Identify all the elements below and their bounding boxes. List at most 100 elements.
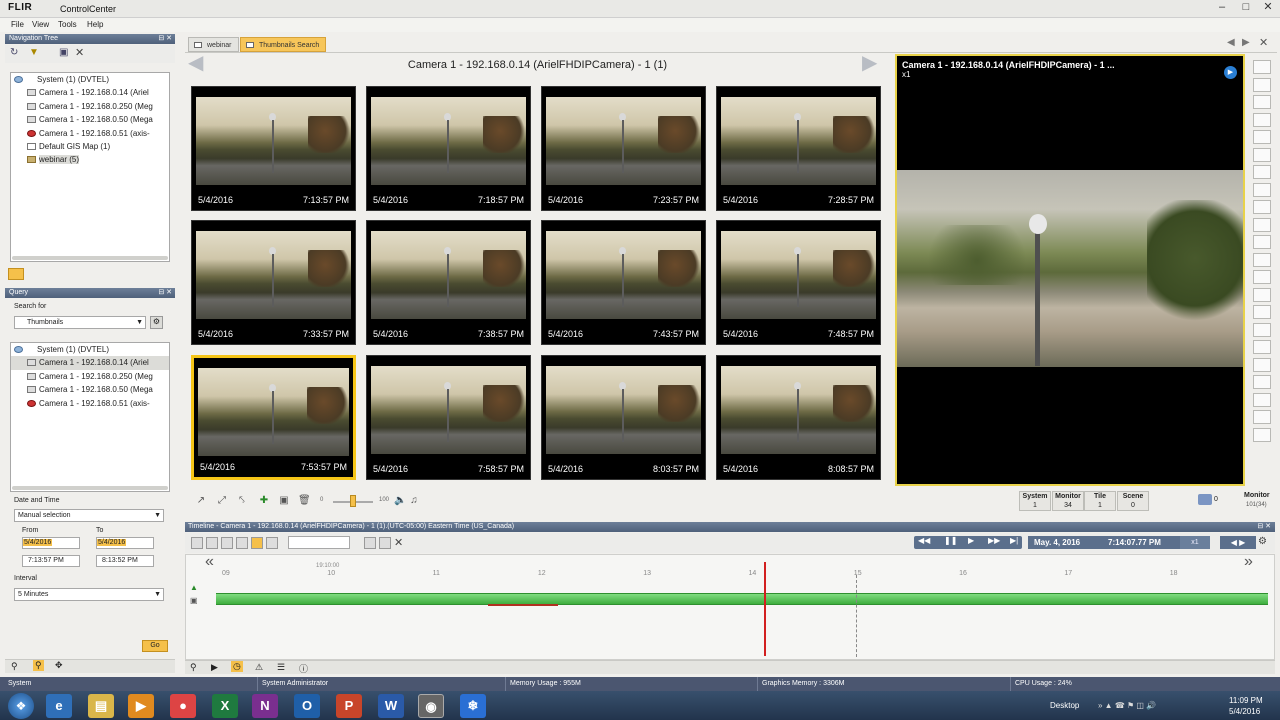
timeline-tool-4-icon[interactable] (236, 537, 248, 549)
layout-grid-icon[interactable] (1253, 392, 1271, 407)
recording-bar[interactable] (216, 593, 1268, 605)
menu-view[interactable]: View (32, 20, 49, 29)
playhead[interactable] (764, 562, 766, 656)
search-icon[interactable]: ⚲ (11, 661, 18, 672)
query-scrollbar[interactable] (12, 486, 168, 490)
settings-icon[interactable]: ⚙ (1258, 536, 1270, 549)
play-icon[interactable]: ▶ (1224, 66, 1237, 79)
query-item-camera-2[interactable]: Camera 1 - 192.168.0.250 (Meg (11, 370, 169, 383)
layout-grid-icon[interactable] (1253, 305, 1271, 319)
controlcenter-task-icon[interactable]: ◉ (418, 694, 444, 718)
pin-icon[interactable]: ⊟ ✕ (158, 288, 172, 298)
search-for-select[interactable]: Thumbnails ▼ (14, 316, 146, 329)
layout-grid-icon[interactable] (1253, 340, 1271, 354)
thumbnail-tile[interactable]: 5/4/2016 7:48:57 PM (716, 220, 881, 345)
tab-thumbnails-search[interactable]: Thumbnails Search (240, 37, 327, 52)
timeline-mode-icon[interactable]: ◷ (231, 661, 243, 672)
tray-icons[interactable]: » ▲ ☎ ⚑ ◫ 🔊 (1098, 701, 1156, 710)
thumbnail-tile[interactable]: 5/4/2016 7:43:57 PM (541, 220, 706, 345)
clear-icon[interactable]: ✕ (75, 46, 84, 59)
media-player-icon[interactable]: ▶ (128, 694, 154, 718)
skip-end-icon[interactable]: ▶| (1010, 536, 1018, 545)
start-button[interactable]: ❖ (8, 693, 34, 719)
previous-page-icon[interactable]: ◀ (188, 50, 203, 75)
layout-grid-icon[interactable] (1253, 270, 1271, 284)
timeline-search-input[interactable] (288, 536, 350, 549)
word-icon[interactable]: W (378, 694, 404, 718)
snowflake-app-icon[interactable]: ❄ (460, 694, 486, 718)
go-start-icon[interactable] (364, 537, 376, 549)
volume-slider-thumb[interactable] (350, 495, 356, 507)
filter-icon[interactable]: ▼ (29, 47, 39, 58)
from-date-field[interactable]: 5/4/2016 (22, 537, 80, 549)
shrink-icon[interactable]: ⤣ (236, 495, 248, 507)
excel-icon[interactable]: X (212, 694, 238, 718)
tree-item-camera-4[interactable]: Camera 1 - 192.168.0.51 (axis- (11, 127, 169, 140)
next-page-icon[interactable]: ▶ (862, 50, 877, 75)
layout-grid-icon[interactable] (1253, 427, 1271, 442)
thumbnail-tile[interactable]: 5/4/2016 8:08:57 PM (716, 355, 881, 480)
explorer-icon[interactable]: ▤ (88, 694, 114, 718)
layout-grid-icon[interactable] (1253, 357, 1271, 372)
interval-select[interactable]: 5 Minutes ▼ (14, 588, 164, 601)
layout-grid-icon[interactable] (1253, 95, 1271, 109)
minimize-icon[interactable]: – (1210, 0, 1234, 16)
alarm-icon[interactable]: ⚠ (255, 662, 263, 673)
query-item-camera-1[interactable]: Camera 1 - 192.168.0.14 (Ariel (11, 356, 169, 370)
tree-item-webinar[interactable]: webinar (5) (11, 153, 169, 166)
thumbnail-tile[interactable]: 5/4/2016 7:53:57 PM (191, 355, 356, 480)
thumbnail-tile[interactable]: 5/4/2016 7:28:57 PM (716, 86, 881, 211)
go-end-icon[interactable] (379, 537, 391, 549)
to-date-field[interactable]: 5/4/2016 (96, 537, 154, 549)
query-item-system[interactable]: System (1) (DVTEL) (11, 343, 169, 356)
thumbnail-tile[interactable]: 5/4/2016 7:58:57 PM (366, 355, 531, 480)
thumbnail-tile[interactable]: 5/4/2016 7:38:57 PM (366, 220, 531, 345)
list-icon[interactable]: ☰ (277, 662, 285, 673)
chrome-icon[interactable]: ● (170, 694, 196, 718)
ie-icon[interactable]: e (46, 694, 72, 718)
frame-step-icon[interactable]: ◀ ▶ (1220, 536, 1256, 549)
pin-icon[interactable]: ⊟ ✕ (1257, 522, 1271, 532)
move-icon[interactable]: ✥ (55, 660, 63, 671)
layout-grid-icon[interactable] (1253, 322, 1271, 337)
timeline-forward-icon[interactable]: » (1244, 553, 1253, 571)
rewind-icon[interactable]: ◀◀ (918, 536, 930, 545)
play-forward-icon[interactable]: ▶ (968, 536, 974, 545)
layout-grid-icon[interactable] (1253, 77, 1271, 92)
playback-speed[interactable]: x1 (1180, 536, 1210, 549)
speaker-icon[interactable]: 🔈 (394, 495, 406, 507)
snapshot-icon[interactable]: ▣ (278, 495, 290, 507)
track-toggle-icon[interactable]: ▣ (190, 596, 198, 605)
layout-grid-icon[interactable] (1253, 60, 1271, 74)
tree-item-camera-1[interactable]: Camera 1 - 192.168.0.14 (Ariel (11, 86, 169, 99)
tree-item-system[interactable]: System (1) (DVTEL) (11, 73, 169, 86)
clear-icon[interactable]: ✕ (394, 536, 403, 549)
layout-grid-icon[interactable] (1253, 112, 1271, 127)
timeline-tool-6-icon[interactable] (266, 537, 278, 549)
clock-date[interactable]: 5/4/2016 (1229, 707, 1260, 716)
timeline-area[interactable] (185, 554, 1275, 660)
thumbnail-tile[interactable]: 5/4/2016 7:23:57 PM (541, 86, 706, 211)
tab-next-icon[interactable]: ▶ (1242, 37, 1250, 48)
lock-icon[interactable] (221, 537, 233, 549)
layout-grid-icon[interactable] (1253, 217, 1271, 232)
audio-icon[interactable]: ♫ (408, 495, 420, 507)
fast-forward-icon[interactable]: ▶▶ (988, 536, 1000, 545)
menu-tools[interactable]: Tools (58, 20, 77, 29)
layout-grid-icon[interactable] (1253, 252, 1271, 267)
layout-grid-icon[interactable] (1253, 165, 1271, 179)
pause-icon[interactable]: ❚❚ (944, 536, 957, 545)
close-icon[interactable]: ✕ (1256, 0, 1280, 16)
layout-grid-icon[interactable] (1253, 147, 1271, 162)
query-item-camera-3[interactable]: Camera 1 - 192.168.0.50 (Mega (11, 383, 169, 396)
nav-tree-scrollbar[interactable] (12, 256, 168, 260)
thumbnail-tile[interactable]: 5/4/2016 8:03:57 PM (541, 355, 706, 480)
onenote-icon[interactable]: N (252, 694, 278, 718)
search-active-icon[interactable]: ⚲ (33, 660, 44, 671)
layout-grid-icon[interactable] (1253, 287, 1271, 302)
layout-grid-icon[interactable] (1253, 410, 1271, 424)
date-mode-select[interactable]: Manual selection ▼ (14, 509, 164, 522)
menu-file[interactable]: File (11, 20, 24, 29)
thumbnail-tile[interactable]: 5/4/2016 7:18:57 PM (366, 86, 531, 211)
outlook-icon[interactable]: O (294, 694, 320, 718)
